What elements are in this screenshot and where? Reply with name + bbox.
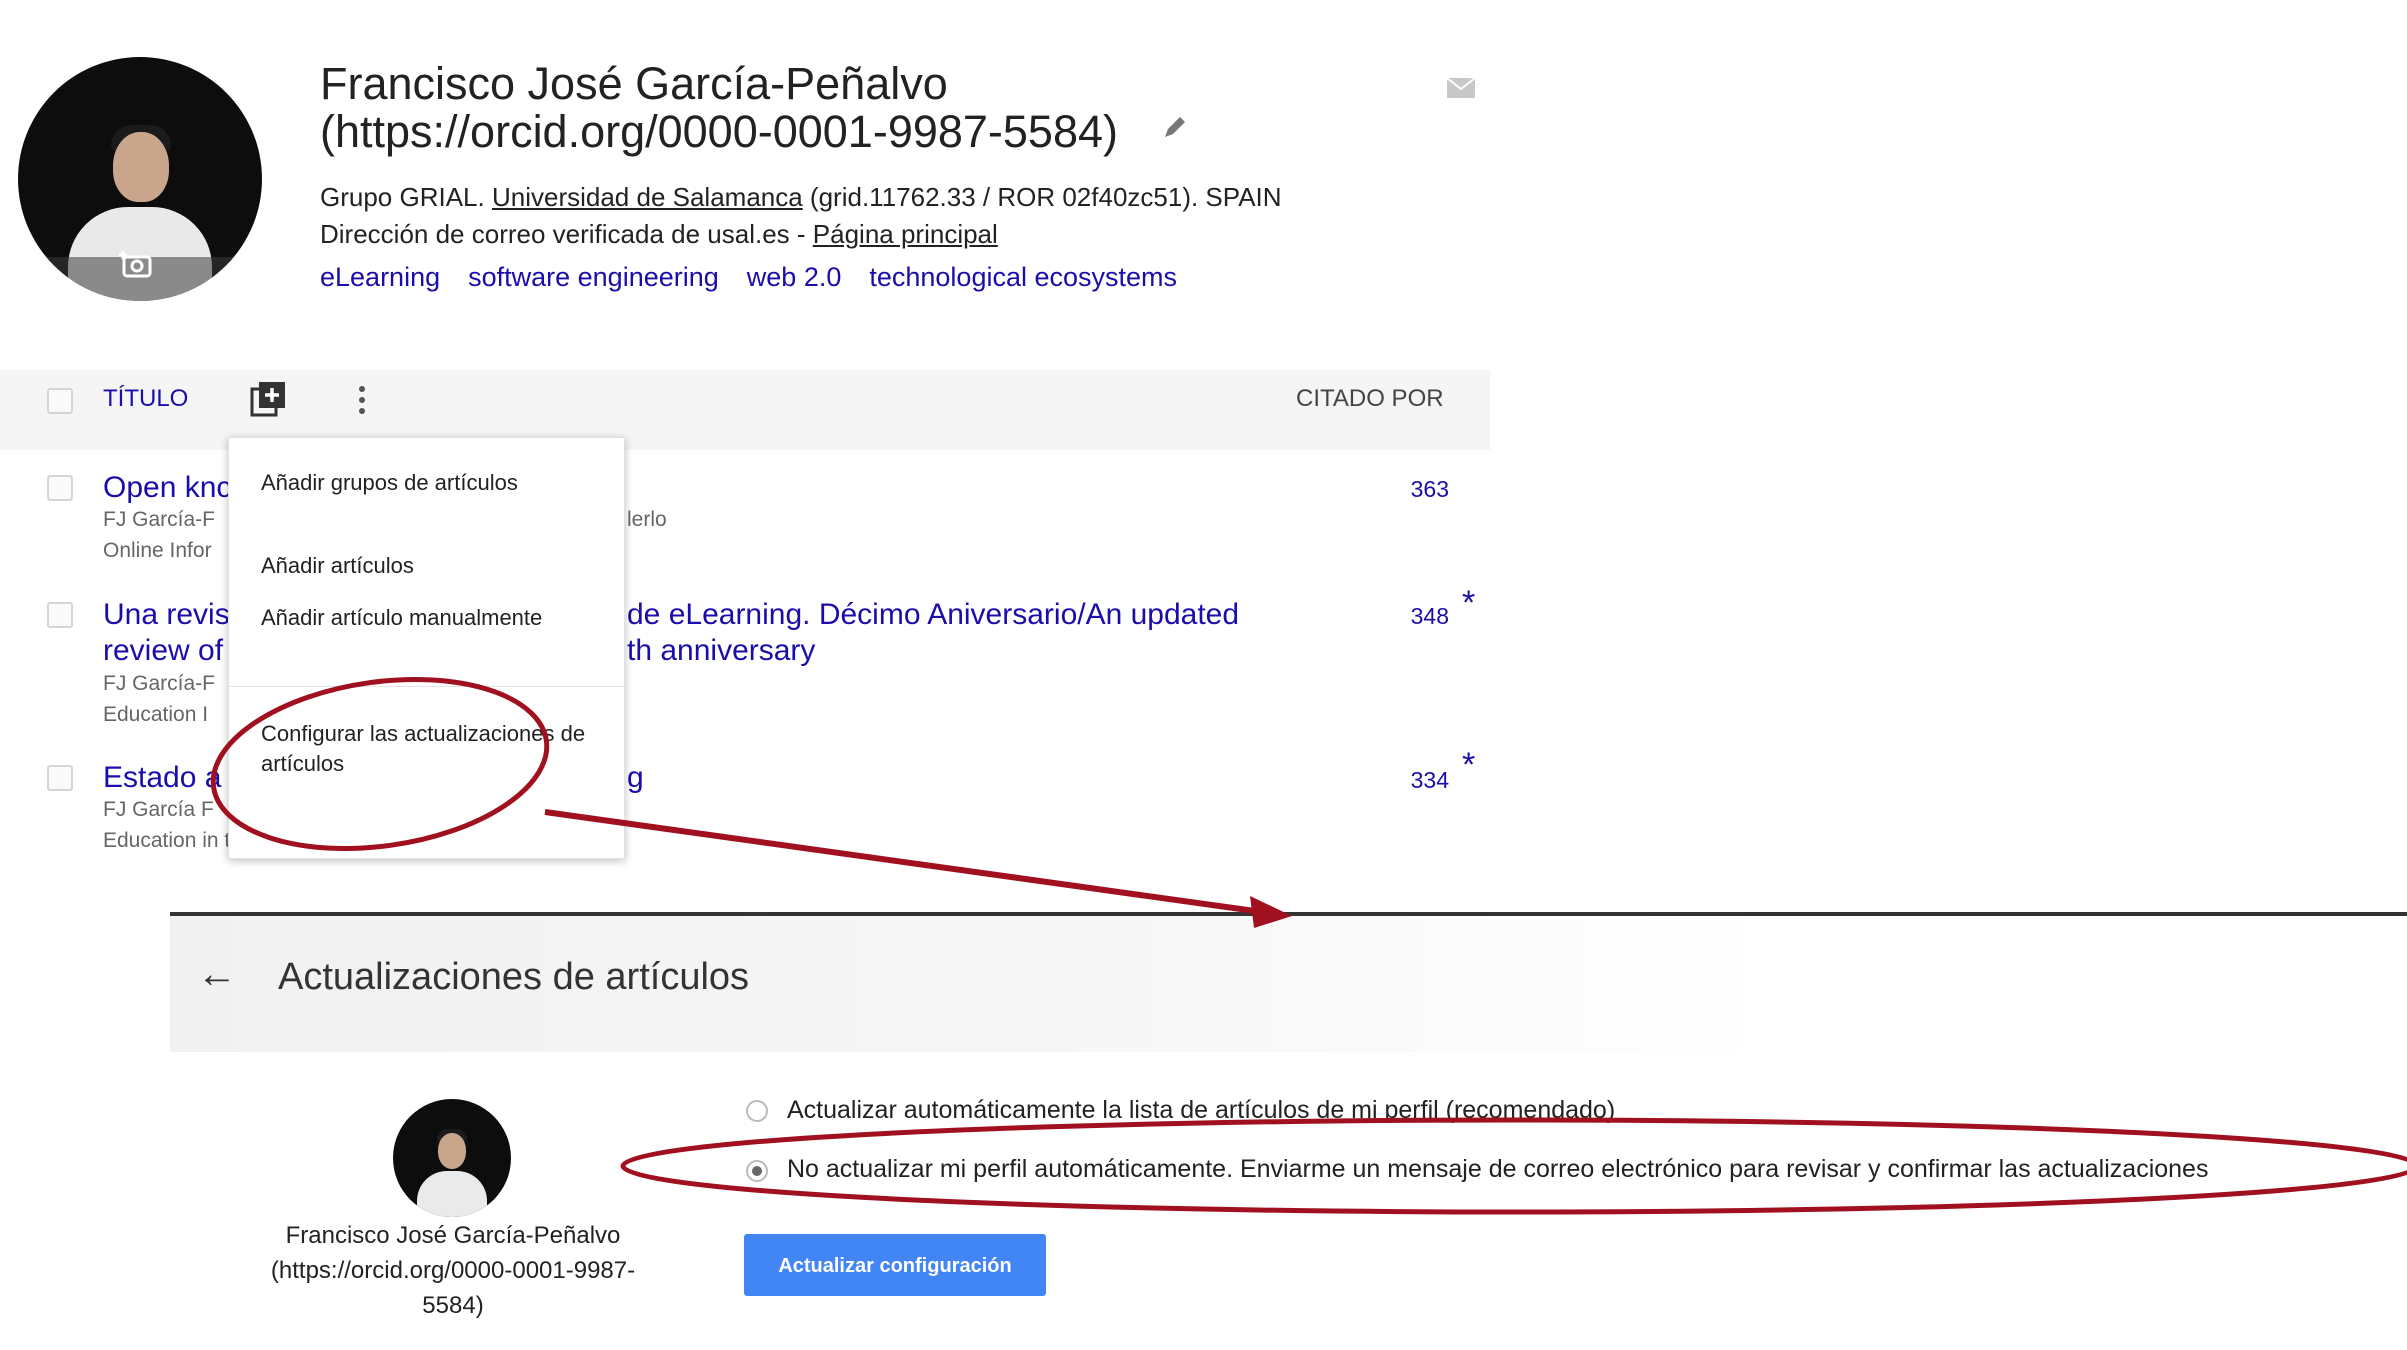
menu-highlight-ellipse bbox=[210, 676, 550, 852]
annotation-arrow-line bbox=[544, 809, 1263, 915]
annotation-overlay bbox=[210, 676, 2407, 1215]
annotation-arrow-head bbox=[1250, 896, 1292, 928]
option-highlight-ellipse bbox=[620, 1117, 2407, 1215]
